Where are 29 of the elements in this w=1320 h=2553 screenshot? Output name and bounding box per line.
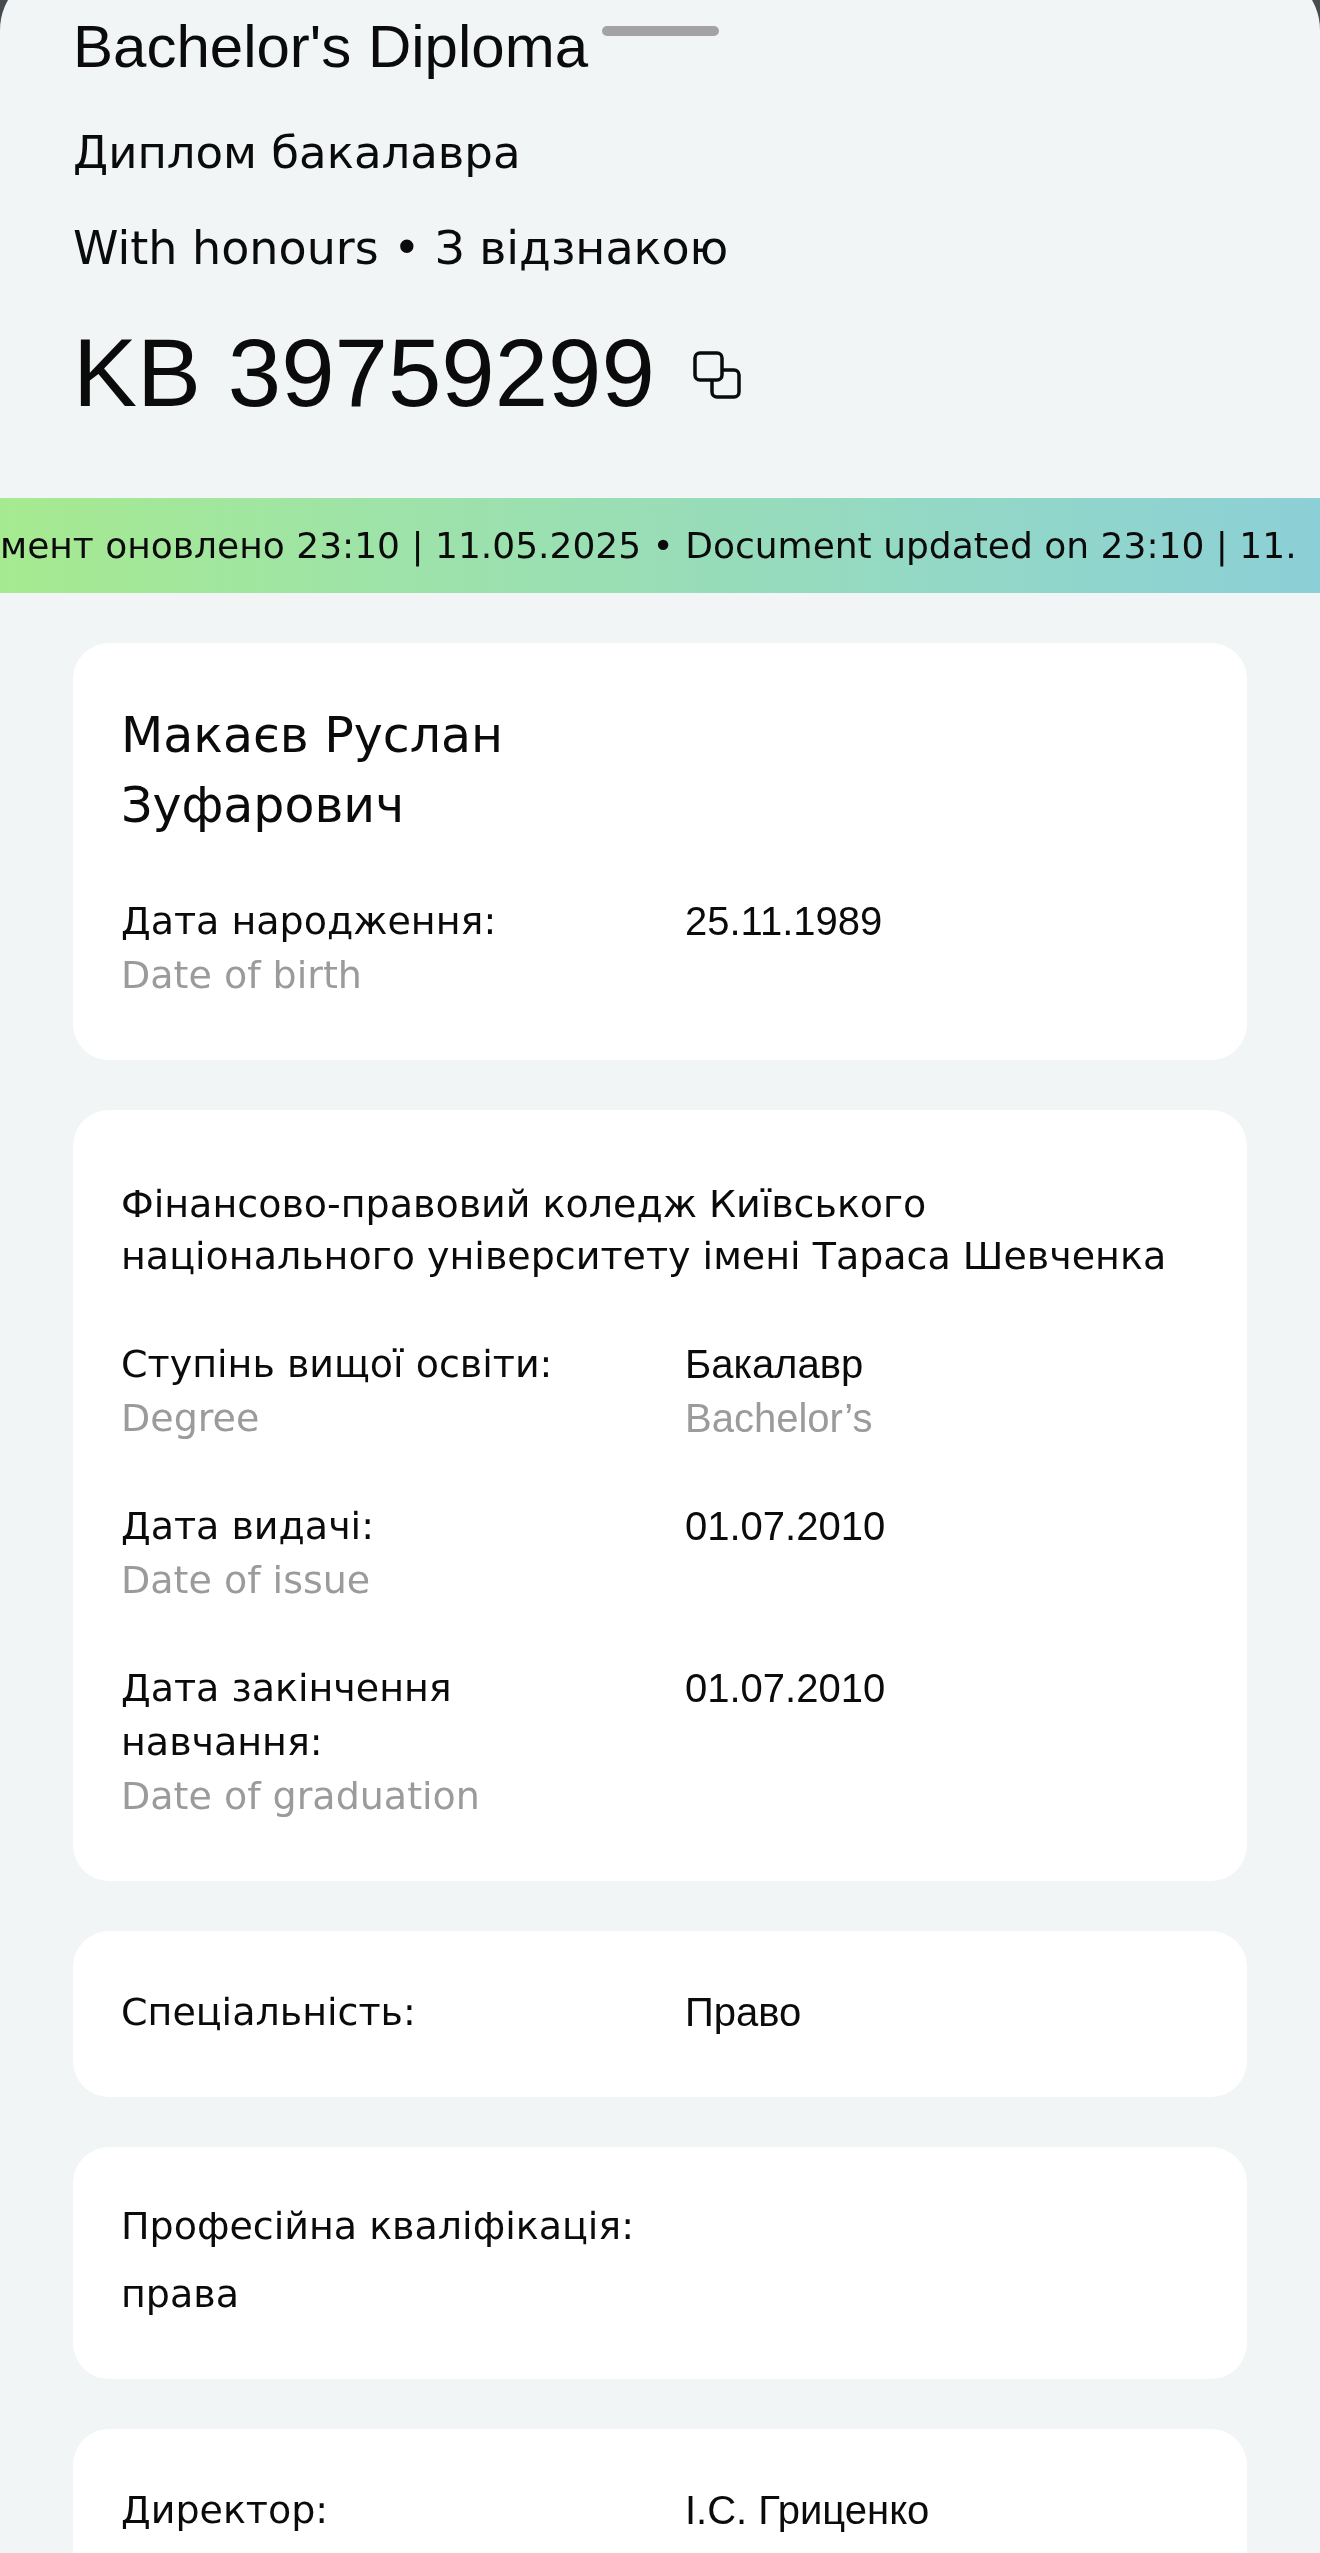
institution-name: Фінансово-правовий коледж Київського національного університету імені Тараса Шевченка xyxy=(121,1181,1168,1280)
field-value-caption: Bachelor’s xyxy=(685,1395,873,1442)
field-caption: Date of graduation xyxy=(121,1773,480,1820)
field-label: Дата народження: xyxy=(121,898,497,945)
field-caption: Date of issue xyxy=(121,1557,371,1604)
copy-button[interactable] xyxy=(692,351,741,399)
field-caption: Date of birth xyxy=(121,952,362,999)
field-label: Професійна кваліфікація: xyxy=(121,2203,635,2250)
field-value: Бакалавр xyxy=(685,1341,864,1388)
field-label: Дата видачі: xyxy=(121,1503,374,1550)
field-label: Директор: xyxy=(121,2487,329,2534)
document-subtitle: Диплом бакалавра xyxy=(73,125,521,181)
distinction-text: With honours • З відзнакою xyxy=(73,220,729,276)
banner-text: мент оновлено 23:10 | 11.05.2025 • Document updated on 23:10 | 11. xyxy=(0,523,1297,569)
field-value: 01.07.2010 xyxy=(685,1665,886,1712)
field-value: 25.11.1989 xyxy=(685,898,883,945)
field-label: Дата закінчення навчання: xyxy=(121,1665,453,1766)
holder-name: Макаєв Руслан Зуфарович xyxy=(121,706,505,836)
document-number: KB 39759299 xyxy=(73,318,655,428)
field-value: І.С. Гриценко xyxy=(685,2487,930,2534)
field-value: Право xyxy=(685,1989,802,2036)
field-value: права xyxy=(121,2271,239,2318)
field-caption: Degree xyxy=(121,1395,260,1442)
field-label: Спеціальність: xyxy=(121,1989,416,2036)
copy-icon xyxy=(692,351,741,399)
field-label: Ступінь вищої освіти: xyxy=(121,1341,553,1388)
document-title: Bachelor's Diploma xyxy=(73,16,588,78)
drag-handle[interactable] xyxy=(602,26,719,36)
field-value: 01.07.2010 xyxy=(685,1503,886,1550)
